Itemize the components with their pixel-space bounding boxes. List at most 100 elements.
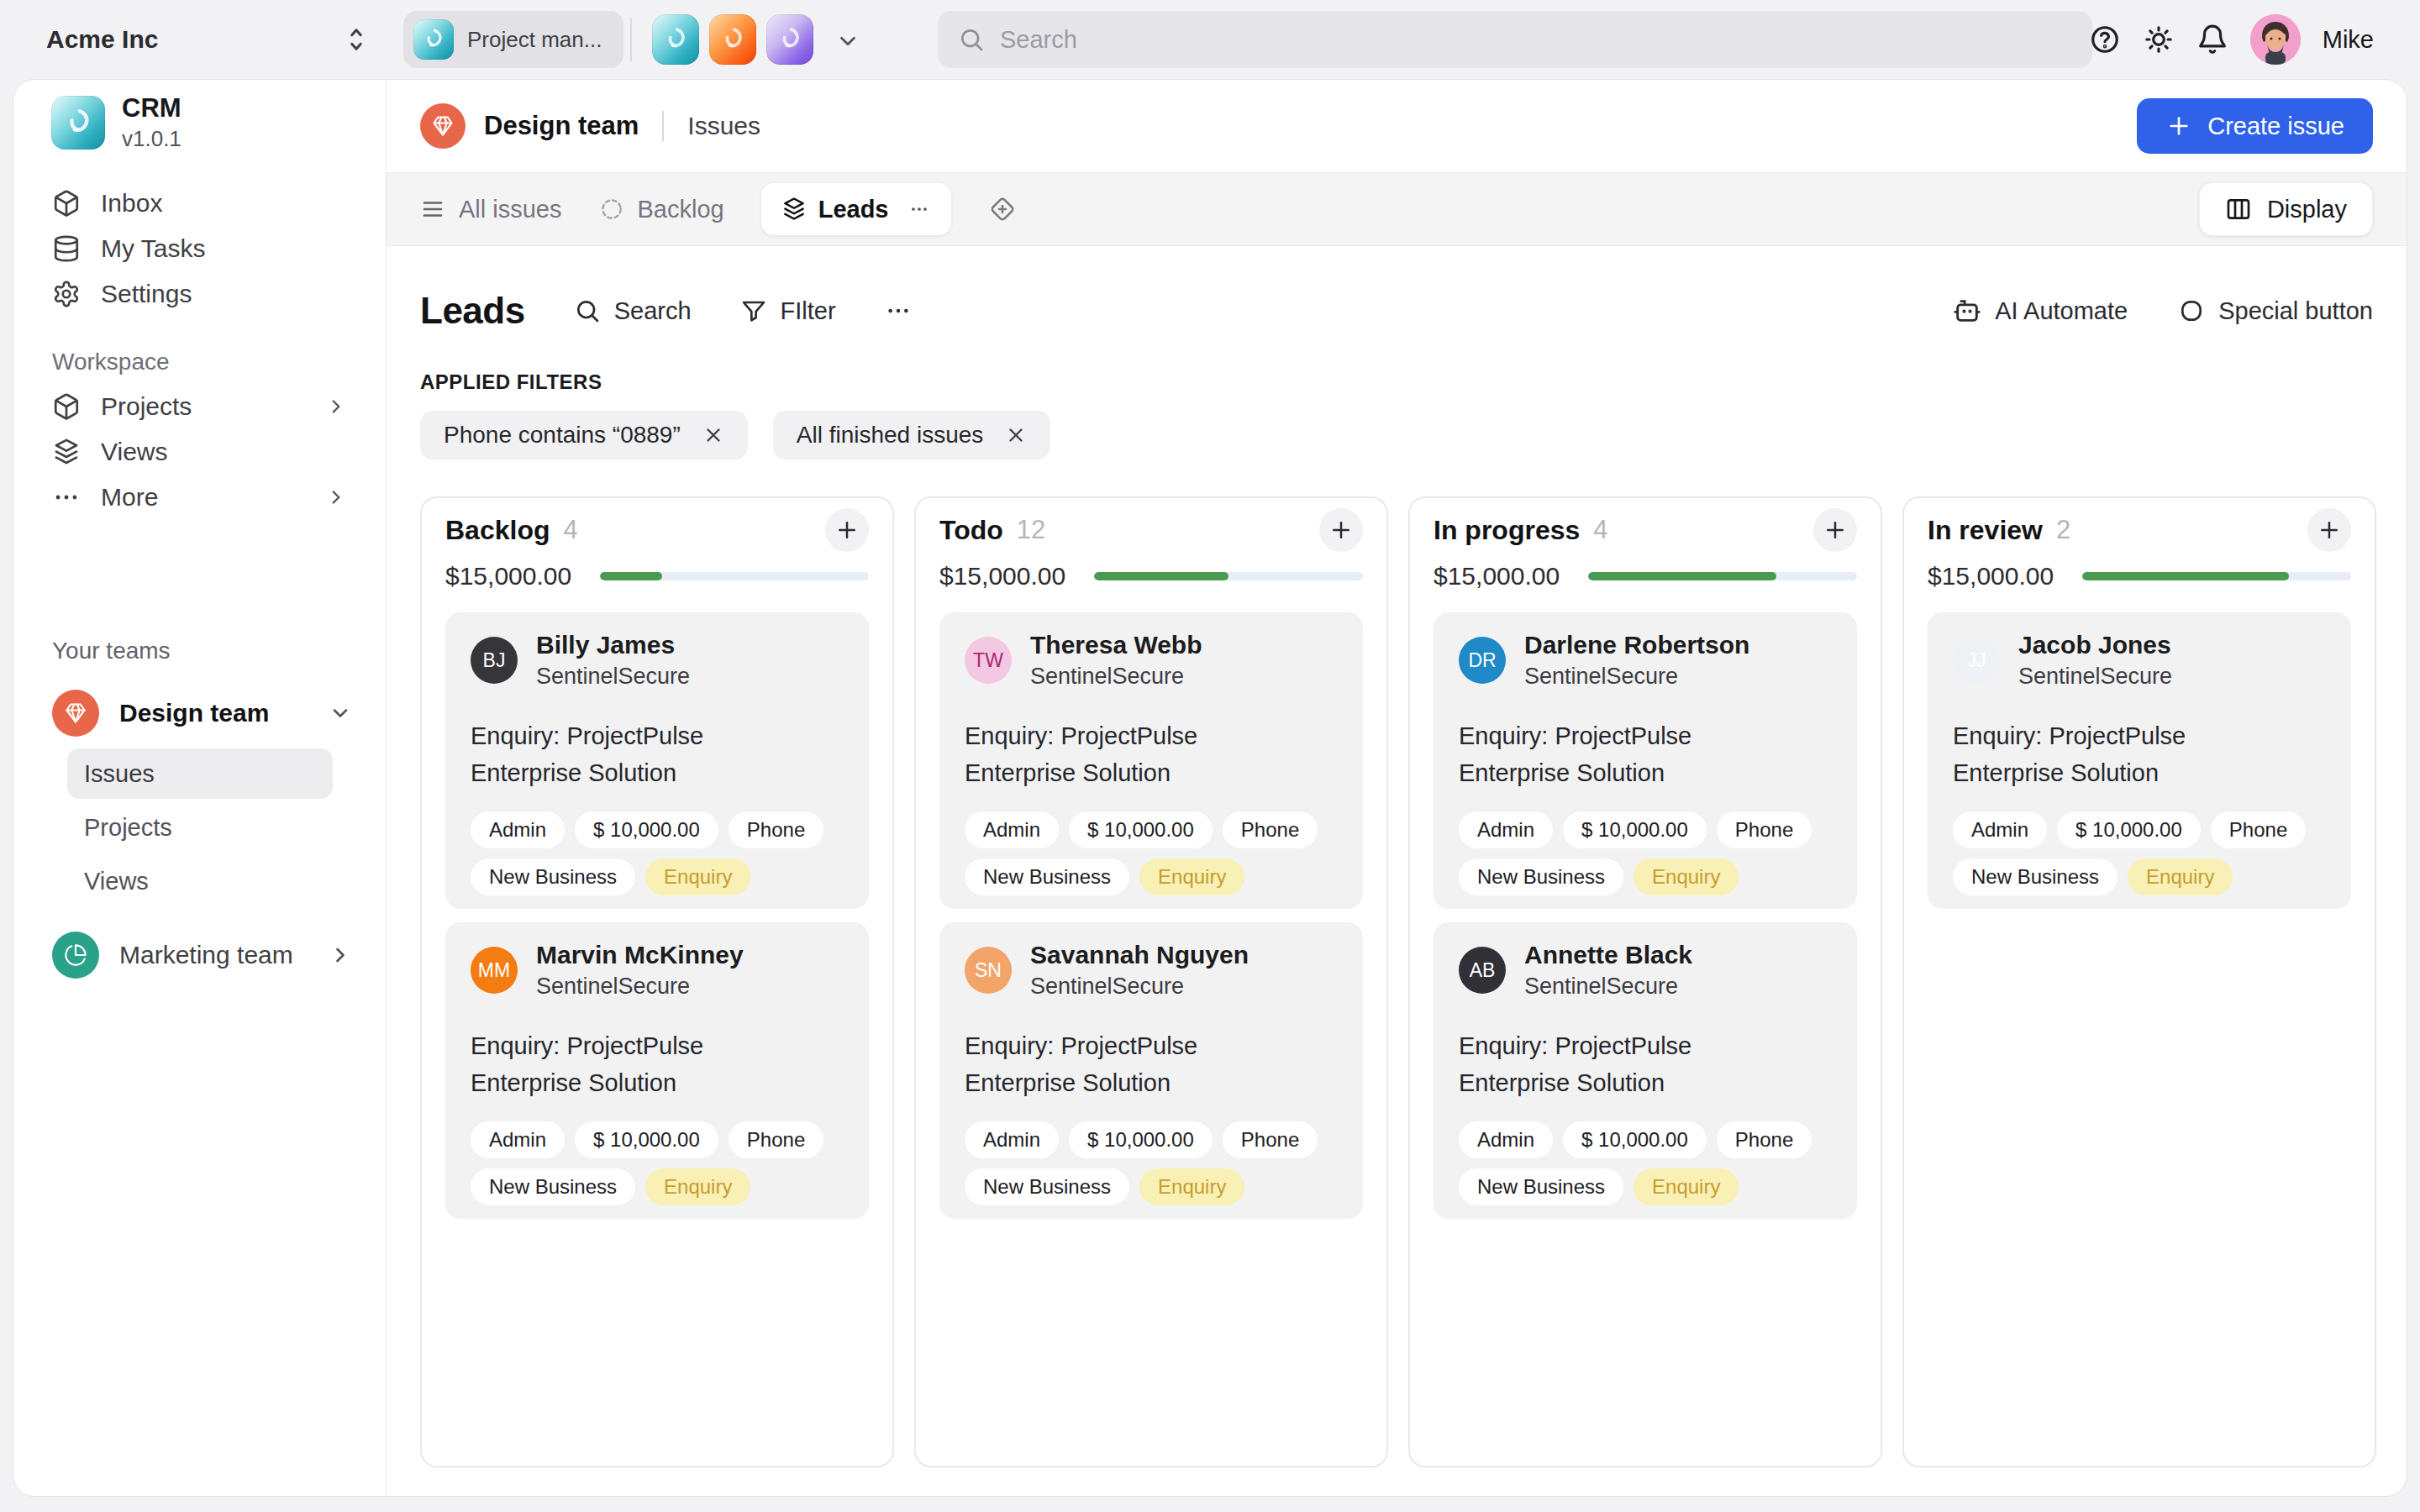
tab-leads[interactable]: Leads (761, 183, 951, 235)
plus-icon (2317, 517, 2342, 543)
user-name: Mike (2323, 26, 2374, 54)
light-mode-icon[interactable] (2143, 24, 2175, 55)
sort-icon[interactable] (341, 24, 371, 55)
card-badge: $ 10,000.00 (575, 1121, 718, 1158)
kanban-board: Backlog4$15,000.00BJBilly JamesSentinelS… (420, 496, 2376, 1467)
app-tab-project-management[interactable]: Project man... (403, 11, 623, 68)
sidebar-item-projects[interactable]: Projects (39, 384, 360, 429)
app-switcher (652, 14, 813, 65)
remove-filter-icon[interactable] (702, 424, 724, 446)
column-progress-bar (600, 572, 869, 580)
sidebar-nav: InboxMy TasksSettings (39, 181, 360, 317)
lead-enquiry: Enquiry: ProjectPulse Enterprise Solutio… (1459, 1028, 1749, 1101)
board-filter-button[interactable]: FIlter (740, 297, 836, 325)
card-header: SNSavannah NguyenSentinelSecure (965, 941, 1338, 1000)
lead-card[interactable]: JJ Jacob Jones SentinelSecure Enquiry: Proj… (1928, 612, 2351, 909)
card-badge: Phone (2211, 811, 2306, 848)
lead-name: Jacob Jones (2018, 631, 2172, 659)
lead-card[interactable]: ABAnnette BlackSentinelSecure Enquiry: Pr… (1434, 922, 1857, 1219)
applied-filters: Phone contains “0889” All finished issues (420, 411, 2373, 459)
app-logo-row: CRM v1.0.1 (39, 93, 360, 152)
lead-card[interactable]: BJBilly JamesSentinelSecureEnquiry: Proj… (445, 612, 869, 909)
sidebar-item-settings[interactable]: Settings (39, 271, 360, 317)
filter-chip-label: Phone contains “0889” (444, 422, 681, 449)
topbar: Acme Inc Project man... Search Mike (0, 0, 2420, 79)
card-badge: New Business (471, 1168, 635, 1205)
filter-chip[interactable]: All finished issues (773, 411, 1051, 459)
special-button[interactable]: Special button (2178, 297, 2373, 325)
chevron-down-icon[interactable] (835, 29, 860, 54)
team-subitem-views[interactable]: Views (67, 856, 333, 906)
column-header: In review2 (1928, 508, 2351, 552)
card-badge-highlight: Enquiry (645, 1168, 750, 1205)
board-more-button[interactable] (885, 297, 912, 324)
view-tabs: All issues Backlog Leads Display (387, 172, 2407, 246)
add-card-button[interactable] (1319, 508, 1363, 552)
column-title: In review (1928, 515, 2043, 546)
workspace-nav: ProjectsViewsMore (39, 384, 360, 520)
card-badges: Admin$ 10,000.00PhoneNew BusinessEnquiry (471, 1121, 844, 1205)
crm-app-logo (51, 96, 105, 150)
lead-card[interactable]: DRDarlene RobertsonSentinelSecureEnquiry… (1434, 612, 1857, 909)
board-search-button[interactable]: Search (574, 297, 692, 325)
lead-card[interactable]: SNSavannah NguyenSentinelSecureEnquiry: … (939, 922, 1363, 1219)
plus-icon (1328, 517, 1354, 543)
help-icon[interactable] (2089, 24, 2121, 55)
sidebar-item-more[interactable]: More (39, 475, 360, 520)
card-badge: Admin (471, 811, 565, 848)
breadcrumb-page[interactable]: Issues (687, 112, 760, 140)
lead-enquiry: Enquiry: ProjectPulse Enterprise Solutio… (1953, 718, 2243, 791)
add-card-button[interactable] (2307, 508, 2351, 552)
team-subitem-issues[interactable]: Issues (67, 748, 333, 799)
team-marketing-team[interactable]: Marketing team (39, 928, 360, 982)
avatar: DR (1459, 637, 1506, 684)
search-input[interactable]: Search (938, 11, 2092, 68)
add-card-button[interactable] (1813, 508, 1857, 552)
user-avatar[interactable] (2250, 14, 2301, 65)
card-badge: $ 10,000.00 (1563, 811, 1707, 848)
columns-icon (2225, 196, 2252, 223)
column-count: 12 (1017, 515, 1045, 545)
app-icon-orange[interactable] (709, 14, 756, 65)
card-header: DRDarlene RobertsonSentinelSecure (1459, 631, 1832, 690)
add-card-button[interactable] (825, 508, 869, 552)
tab-backlog[interactable]: Backlog (599, 196, 724, 223)
column-progress-bar (1588, 572, 1857, 580)
breadcrumb-team[interactable]: Design team (484, 111, 639, 141)
avatar: JJ (1953, 637, 2000, 684)
column-title: In progress (1434, 515, 1580, 546)
card-badge: New Business (965, 858, 1129, 895)
sidebar-item-my-tasks[interactable]: My Tasks (39, 226, 360, 271)
close-icon[interactable] (702, 424, 724, 446)
display-button[interactable]: Display (2199, 182, 2373, 236)
robot-icon (1953, 297, 1981, 325)
card-header: ABAnnette BlackSentinelSecure (1459, 941, 1832, 1000)
team-design-team[interactable]: Design team (39, 686, 360, 740)
app-icon-teal[interactable] (652, 14, 699, 65)
column-amount: $15,000.00 (445, 562, 571, 591)
lead-card[interactable]: TWTheresa WebbSentinelSecureEnquiry: Pro… (939, 612, 1363, 909)
tab-more-icon[interactable] (908, 197, 931, 221)
remove-filter-icon[interactable] (1005, 424, 1027, 446)
filter-chip[interactable]: Phone contains “0889” (420, 411, 748, 459)
close-icon[interactable] (1005, 424, 1027, 446)
add-view-icon[interactable] (988, 195, 1017, 223)
app-icon-purple[interactable] (766, 14, 813, 65)
card-badge: $ 10,000.00 (1563, 1121, 1707, 1158)
diamond-plus-icon[interactable] (988, 195, 1017, 223)
tab-all-issues[interactable]: All issues (420, 196, 562, 223)
lead-enquiry: Enquiry: ProjectPulse Enterprise Solutio… (471, 718, 760, 791)
workspace-name[interactable]: Acme Inc (46, 25, 158, 54)
ai-automate-button[interactable]: AI Automate (1953, 297, 2128, 325)
lead-card[interactable]: MMMarvin McKinneySentinelSecureEnquiry: … (445, 922, 869, 1219)
sidebar-item-inbox[interactable]: Inbox (39, 181, 360, 226)
plus-icon (1823, 517, 1848, 543)
database-icon (52, 234, 81, 263)
tab-label: Backlog (638, 196, 724, 223)
team-subitem-projects[interactable]: Projects (67, 802, 333, 853)
create-issue-button[interactable]: Create issue (2137, 98, 2373, 154)
sidebar-item-views[interactable]: Views (39, 429, 360, 475)
notifications-icon[interactable] (2196, 24, 2228, 55)
ellipsis-icon (885, 297, 912, 324)
lead-company: SentinelSecure (2018, 664, 2172, 690)
